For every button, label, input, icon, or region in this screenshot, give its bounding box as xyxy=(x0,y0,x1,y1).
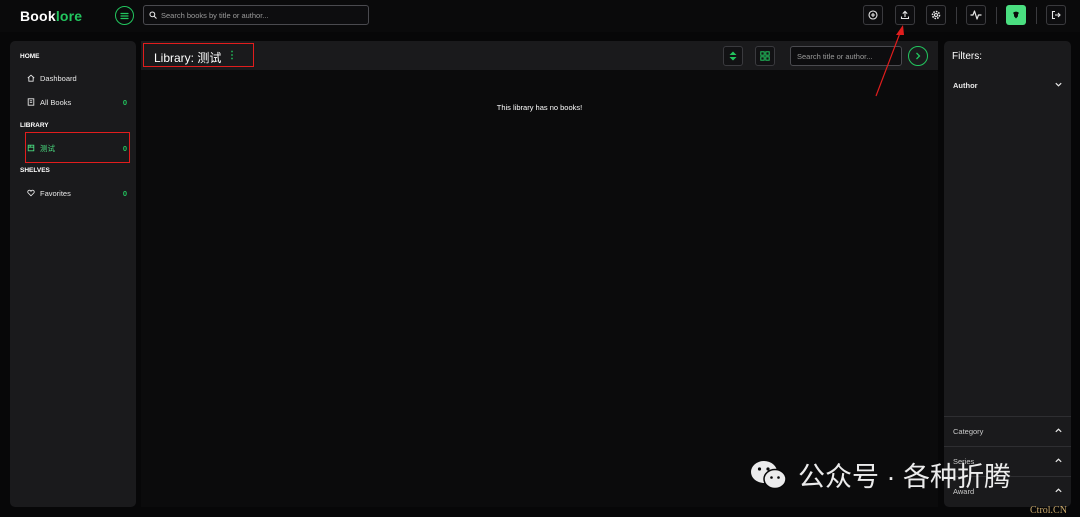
empty-library-message: This library has no books! xyxy=(496,103,583,112)
annotation-highlight-title xyxy=(143,43,254,67)
sidebar: HOME Dashboard All Books 0 LIBRARY 测试 0 … xyxy=(10,41,136,507)
sidebar-item-label: Dashboard xyxy=(40,73,77,83)
watermark: 公众号 · 各种折腾 xyxy=(750,455,1011,494)
sidebar-item-label: All Books xyxy=(40,97,72,107)
upload-button[interactable] xyxy=(895,5,915,25)
annotation-highlight-library xyxy=(25,132,130,163)
sidebar-section-shelves: SHELVES xyxy=(20,167,50,174)
global-search-input[interactable] xyxy=(161,10,361,20)
logo-text-accent: lore xyxy=(55,8,83,24)
library-search[interactable] xyxy=(790,46,902,66)
chevron-down-icon xyxy=(1055,82,1062,87)
toolbar-divider xyxy=(956,7,957,24)
view-toggle-button[interactable] xyxy=(755,46,775,66)
filter-author[interactable]: Author xyxy=(944,71,1071,100)
book-icon xyxy=(27,98,37,106)
watermark-tag: Ctrol.CN xyxy=(1030,505,1067,516)
sort-button[interactable] xyxy=(723,46,743,66)
filter-label: Author xyxy=(953,81,978,90)
filters-panel: Filters: Author Category Series Award xyxy=(944,41,1071,507)
activity-icon xyxy=(970,10,982,20)
sidebar-item-label: Favorites xyxy=(40,188,71,198)
menu-icon xyxy=(120,12,129,19)
metrics-button[interactable] xyxy=(966,5,986,25)
top-bar: Booklore xyxy=(0,0,1080,32)
add-library-button[interactable] xyxy=(863,5,883,25)
chevron-up-icon xyxy=(1055,458,1062,463)
sidebar-item-favorites[interactable]: Favorites 0 xyxy=(27,186,127,200)
filter-category[interactable]: Category xyxy=(944,416,1071,445)
watermark-text: 公众号 · 各种折腾 xyxy=(798,462,1011,492)
logout-button[interactable] xyxy=(1046,5,1066,25)
sidebar-section-home: HOME xyxy=(20,53,40,60)
chevron-up-icon xyxy=(1055,488,1062,493)
sidebar-section-library: LIBRARY xyxy=(20,122,49,129)
heart-icon xyxy=(27,189,37,197)
plus-circle-icon xyxy=(868,10,878,20)
sidebar-item-dashboard[interactable]: Dashboard xyxy=(27,71,127,85)
user-profile-button[interactable] xyxy=(1006,5,1026,25)
main-content: Library: 测试 ⋮ This library has no books! xyxy=(141,41,938,507)
favorites-count: 0 xyxy=(122,188,127,198)
global-search[interactable] xyxy=(143,5,369,25)
filters-toggle-button[interactable] xyxy=(908,46,928,66)
library-search-input[interactable] xyxy=(797,51,897,61)
gear-icon xyxy=(931,10,941,20)
menu-toggle-button[interactable] xyxy=(115,6,134,25)
arrow-right-icon xyxy=(916,52,921,60)
chevron-up-icon xyxy=(1055,428,1062,433)
upload-icon xyxy=(900,10,910,20)
logout-icon xyxy=(1051,10,1061,20)
search-icon xyxy=(149,11,157,19)
wechat-icon xyxy=(751,460,787,489)
app-logo[interactable]: Booklore xyxy=(20,8,82,24)
filter-label: Category xyxy=(953,426,984,436)
filters-title: Filters: xyxy=(952,51,982,62)
toolbar-divider xyxy=(996,7,997,24)
settings-button[interactable] xyxy=(926,5,946,25)
user-avatar-icon xyxy=(1013,11,1019,19)
sidebar-item-all-books[interactable]: All Books 0 xyxy=(27,95,127,109)
home-icon xyxy=(27,74,37,82)
grid-icon xyxy=(760,51,770,61)
toolbar-divider xyxy=(1036,7,1037,24)
sort-icon xyxy=(729,51,737,61)
all-books-count: 0 xyxy=(122,97,127,107)
logo-text: Book xyxy=(20,8,56,24)
library-header: Library: 测试 ⋮ xyxy=(141,41,938,70)
